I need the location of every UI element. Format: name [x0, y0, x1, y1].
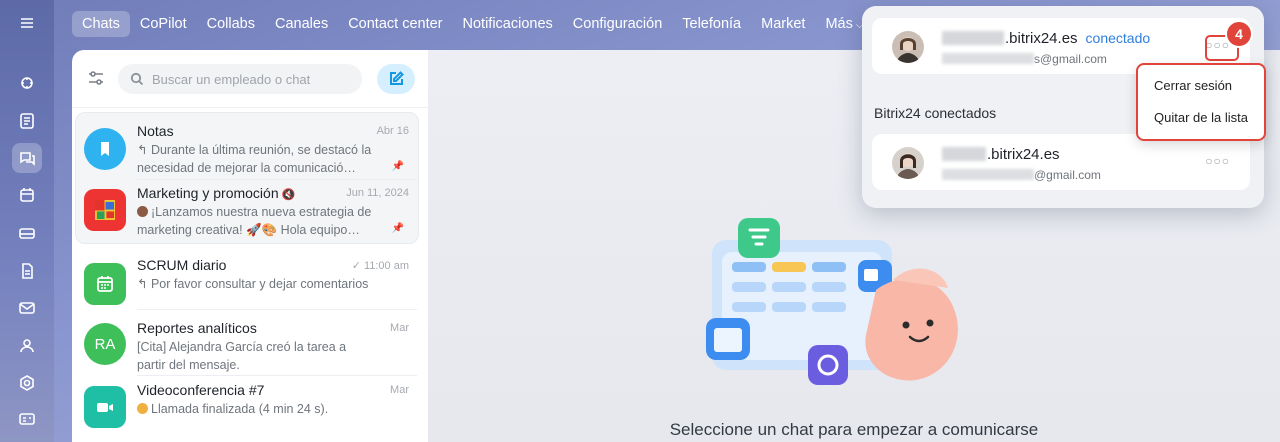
tab-notificaciones[interactable]: Notificaciones — [453, 11, 563, 37]
drive-icon[interactable] — [12, 218, 42, 248]
chat-date: Mar — [390, 322, 409, 334]
feed-icon[interactable] — [12, 106, 42, 136]
connected-account-card[interactable]: .bitrix24.es @gmail.com ○○○ — [872, 134, 1250, 190]
redacted-text — [942, 53, 1034, 64]
tab-copilot[interactable]: CoPilot — [130, 11, 197, 37]
account-domain: .bitrix24.es conectado — [942, 30, 1150, 47]
redacted-text — [942, 169, 1034, 180]
chat-date: ✓ 11:00 am — [352, 259, 409, 272]
search-input[interactable] — [152, 71, 352, 87]
empty-state-text: Seleccione un chat para empezar a comuni… — [669, 420, 1039, 439]
section-label: Bitrix24 conectados — [874, 105, 997, 121]
chat-title: SCRUM diario — [137, 257, 227, 273]
tab-mas-label: Más — [825, 16, 853, 32]
avatar — [84, 263, 126, 305]
pin-icon: 📌 — [391, 161, 404, 172]
divider — [137, 375, 417, 376]
avatar: RA — [84, 323, 126, 365]
groups-icon[interactable] — [12, 331, 42, 361]
menu-item-quitar-de-la-lista[interactable]: Quitar de la lista — [1154, 110, 1248, 125]
compose-icon — [390, 71, 404, 85]
top-nav: Chats CoPilot Collabs Canales Contact ce… — [72, 10, 873, 38]
tab-configuracion[interactable]: Configuración — [563, 11, 672, 37]
video-icon — [97, 403, 113, 412]
chat-item-reportes[interactable]: RA Reportes analíticos Mar [Cita] Alejan… — [72, 320, 428, 378]
chat-title: Marketing y promoción 🔇 — [137, 185, 295, 201]
account-status: conectado — [1085, 30, 1151, 46]
copilot-icon[interactable] — [12, 68, 42, 98]
avatar — [84, 189, 126, 231]
chat-preview-text: Llamada finalizada (4 min 24 s). — [151, 402, 329, 416]
account-avatar — [892, 147, 924, 179]
mail-icon[interactable] — [12, 293, 42, 323]
sender-avatar — [137, 403, 148, 414]
chat-preview: Llamada finalizada (4 min 24 s). — [137, 400, 377, 418]
search-row — [72, 50, 428, 108]
account-email: s@gmail.com — [942, 52, 1107, 66]
menu-item-cerrar-sesion[interactable]: Cerrar sesión — [1154, 78, 1232, 93]
tab-telefonia[interactable]: Telefonía — [672, 11, 751, 37]
account-context-menu: Cerrar sesión Quitar de la lista — [1136, 63, 1266, 141]
hexagon-icon[interactable] — [12, 368, 42, 398]
avatar — [84, 128, 126, 170]
contact-center-icon[interactable] — [12, 405, 42, 435]
chat-icon[interactable] — [12, 143, 42, 173]
tab-contact-center[interactable]: Contact center — [338, 11, 452, 37]
menu-icon[interactable] — [12, 8, 42, 38]
tab-chats[interactable]: Chats — [72, 11, 130, 37]
chat-date: Abr 16 — [376, 125, 409, 137]
account-avatar — [892, 31, 924, 63]
calendar-icon — [97, 276, 113, 292]
image-avatar — [95, 200, 115, 220]
divider — [137, 179, 417, 180]
empty-state-illustration — [706, 218, 958, 385]
chat-title: Videoconferencia #7 — [137, 382, 265, 398]
account-domain-text: .bitrix24.es — [987, 146, 1060, 163]
account-domain: .bitrix24.es — [942, 146, 1060, 163]
new-chat-button[interactable] — [377, 64, 415, 94]
chat-item-scrum[interactable]: SCRUM diario ✓ 11:00 am ↰ Por favor consu… — [72, 257, 428, 315]
filter-icon[interactable] — [86, 68, 106, 88]
step-badge: 4 — [1225, 20, 1253, 48]
chat-date: Mar — [390, 384, 409, 396]
calendar-icon[interactable] — [12, 180, 42, 210]
chat-preview: [Cita] Alejandra García creó la tarea a … — [137, 340, 347, 372]
tab-market[interactable]: Market — [751, 11, 815, 37]
search-box[interactable] — [118, 64, 362, 94]
avatar — [84, 386, 126, 428]
read-check-icon: ✓ — [351, 260, 361, 272]
chat-item-notas[interactable]: Notas Abr 16 ↰ Durante la última reunión… — [72, 123, 428, 181]
chat-title-text: Marketing y promoción — [137, 185, 279, 201]
chat-date-text: 11:00 am — [363, 260, 409, 272]
chat-title: Notas — [137, 123, 174, 139]
document-icon[interactable] — [12, 256, 42, 286]
redacted-text — [942, 31, 1004, 45]
search-icon — [130, 72, 144, 86]
sender-avatar — [137, 206, 148, 217]
chat-item-marketing[interactable]: Marketing y promoción 🔇 Jun 11, 2024 ¡Lan… — [72, 185, 428, 243]
chat-preview-text: ¡Lanzamos nuestra nueva estrategia de ma… — [137, 205, 372, 237]
bookmark-icon — [101, 142, 109, 156]
account-email-text: s@gmail.com — [1034, 52, 1107, 66]
account-email: @gmail.com — [942, 168, 1101, 182]
divider — [137, 309, 417, 310]
tab-collabs[interactable]: Collabs — [197, 11, 265, 37]
chat-title: Reportes analíticos — [137, 320, 257, 336]
left-rail — [0, 0, 54, 442]
more-icon[interactable]: ○○○ — [1205, 154, 1230, 168]
chat-preview: ↰ Durante la última reunión, se destacó … — [137, 143, 372, 175]
account-domain-text: .bitrix24.es — [1005, 30, 1078, 47]
tab-canales[interactable]: Canales — [265, 11, 338, 37]
chat-preview: ¡Lanzamos nuestra nueva estrategia de ma… — [137, 203, 377, 239]
account-email-text: @gmail.com — [1034, 168, 1101, 182]
pin-icon: 📌 — [391, 223, 404, 234]
redacted-text — [942, 147, 986, 161]
chat-preview: ↰ Por favor consultar y dejar comentario… — [137, 277, 369, 291]
mute-icon: 🔇 — [281, 189, 296, 201]
chat-list-panel: Notas Abr 16 ↰ Durante la última reunión… — [72, 50, 428, 442]
chat-date: Jun 11, 2024 — [346, 187, 409, 199]
chat-item-videoconferencia[interactable]: Videoconferencia #7 Mar Llamada finaliza… — [72, 382, 428, 440]
